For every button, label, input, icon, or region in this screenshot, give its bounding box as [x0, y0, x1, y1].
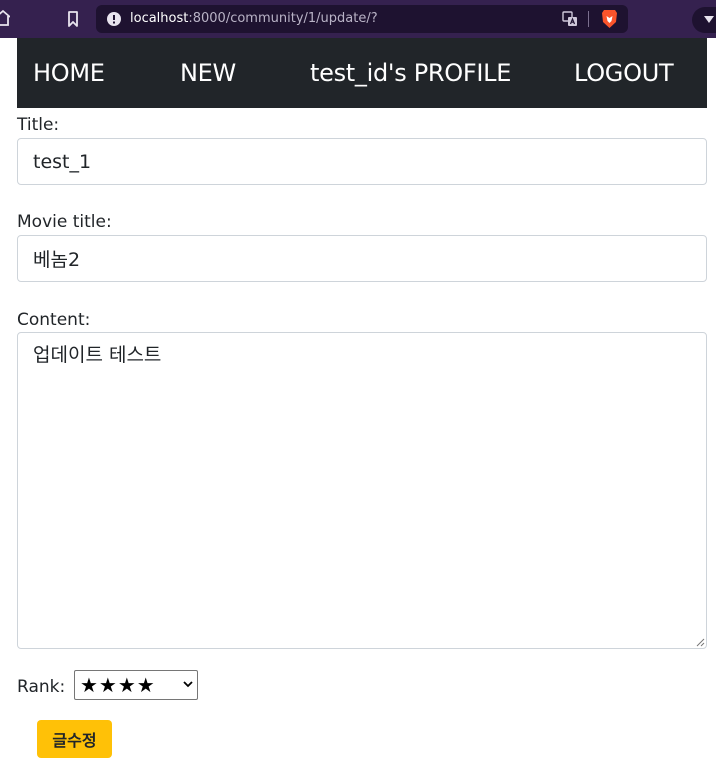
nav-home-link[interactable]: HOME	[33, 58, 105, 88]
update-post-button[interactable]: 글수정	[37, 720, 112, 758]
url-divider	[588, 11, 589, 27]
browser-toolbar: localhost:8000/community/1/update/?	[0, 0, 716, 38]
chevron-down-icon	[704, 16, 714, 23]
main-navbar: HOME NEW test_id's PROFILE LOGOUT	[17, 38, 707, 108]
rank-label: Rank:	[17, 677, 66, 697]
movie-title-input[interactable]	[17, 235, 707, 282]
url-path: :8000/community/1/update/?	[188, 11, 378, 26]
home-icon[interactable]	[0, 9, 10, 27]
url-host: localhost	[130, 11, 189, 26]
title-input[interactable]	[17, 138, 707, 185]
info-icon[interactable]	[107, 12, 121, 26]
address-bar[interactable]: localhost:8000/community/1/update/?	[96, 5, 628, 33]
nav-new-link[interactable]: NEW	[180, 58, 236, 88]
rank-select[interactable]: ★★★★	[74, 670, 198, 700]
translate-icon[interactable]	[562, 11, 578, 27]
url-text: localhost:8000/community/1/update/?	[130, 11, 378, 26]
nav-profile-link[interactable]: test_id's PROFILE	[310, 58, 511, 88]
chevron-down-icon	[183, 681, 193, 688]
resize-grip-icon[interactable]	[696, 638, 705, 647]
title-label: Title:	[17, 115, 60, 135]
content-label: Content:	[17, 310, 91, 330]
brave-lion-icon[interactable]	[601, 9, 618, 29]
movie-title-label: Movie title:	[17, 212, 112, 232]
content-textarea[interactable]: 업데이트 테스트	[17, 332, 707, 649]
rank-selected-value: ★★★★	[80, 673, 156, 697]
bookmark-icon[interactable]	[66, 10, 80, 28]
nav-logout-link[interactable]: LOGOUT	[574, 58, 674, 88]
profile-menu-button[interactable]	[692, 7, 716, 33]
